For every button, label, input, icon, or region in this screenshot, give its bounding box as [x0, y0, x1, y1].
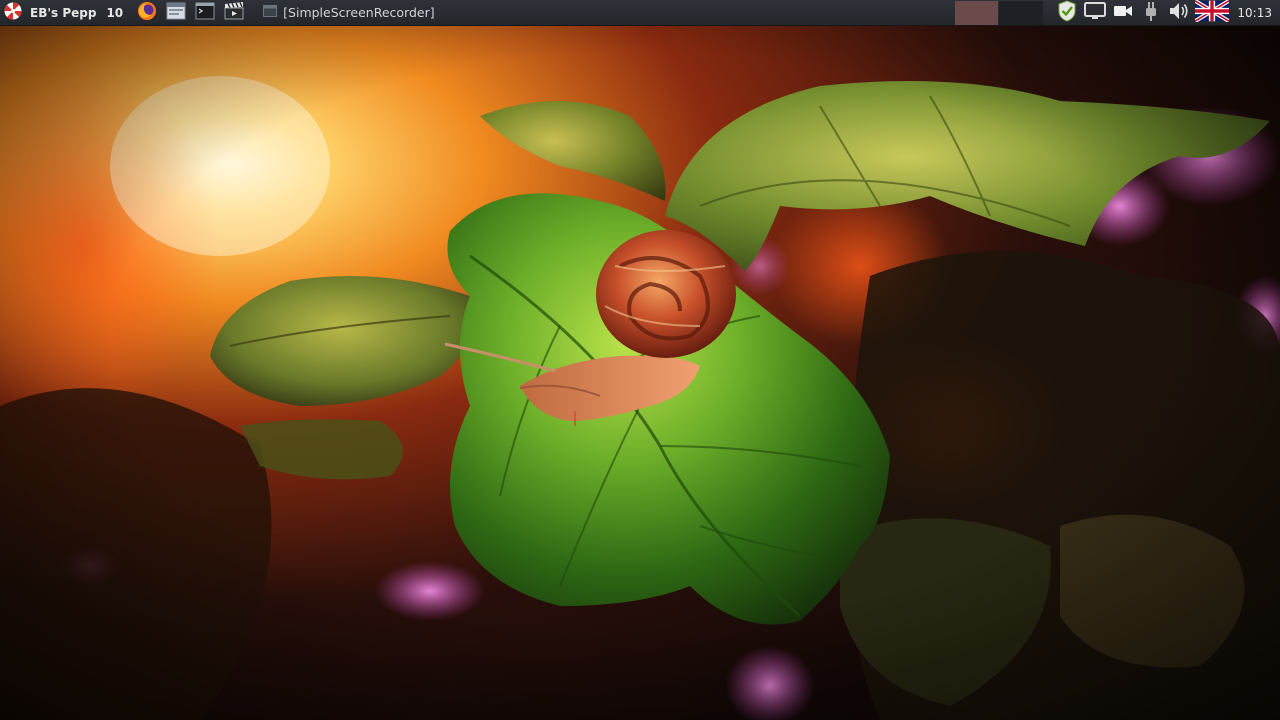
volume-icon: [1168, 1, 1190, 24]
window-title: [SimpleScreenRecorder]: [283, 5, 435, 20]
terminal-launcher[interactable]: [194, 2, 216, 24]
firefox-icon: [137, 1, 157, 24]
video-editor-icon: [224, 1, 244, 24]
camera-icon: [1113, 3, 1133, 22]
tray-camera[interactable]: [1111, 1, 1135, 25]
clock[interactable]: 10:13: [1237, 6, 1272, 20]
tray-keyboard-layout[interactable]: [1194, 0, 1231, 25]
video-editor-launcher[interactable]: [223, 2, 245, 24]
tray-volume[interactable]: [1167, 1, 1191, 25]
menu-label: EB's Pepp: [30, 5, 97, 20]
tray-power[interactable]: [1139, 1, 1163, 25]
tray-display[interactable]: [1083, 1, 1107, 25]
file-manager-launcher[interactable]: [165, 2, 187, 24]
start-menu-button[interactable]: EB's Pepp 10: [0, 0, 129, 25]
shield-icon: [1057, 0, 1077, 25]
peppermint-logo-icon: [4, 2, 22, 23]
memory-monitor-graph[interactable]: [999, 0, 1044, 25]
display-icon: [1084, 1, 1107, 24]
desktop-wallpaper: [0, 26, 1280, 720]
taskbar: EB's Pepp 10 [SimpleScreenRecorder] 10:1…: [0, 0, 1280, 26]
terminal-icon: [195, 1, 215, 24]
window-icon: [263, 5, 278, 20]
firefox-launcher[interactable]: [136, 2, 158, 24]
file-manager-icon: [166, 1, 186, 24]
desktop: EB's Pepp 10 [SimpleScreenRecorder] 10:1…: [0, 0, 1280, 720]
tray-security[interactable]: [1055, 0, 1079, 25]
workspace-number: 10: [106, 5, 124, 20]
taskbar-window-simplescreenrecorder[interactable]: [SimpleScreenRecorder]: [257, 3, 440, 23]
uk-flag-icon: [1194, 0, 1231, 25]
cpu-monitor-graph[interactable]: [955, 0, 999, 25]
power-plug-icon: [1142, 0, 1160, 25]
wallpaper-image: [0, 26, 1280, 720]
